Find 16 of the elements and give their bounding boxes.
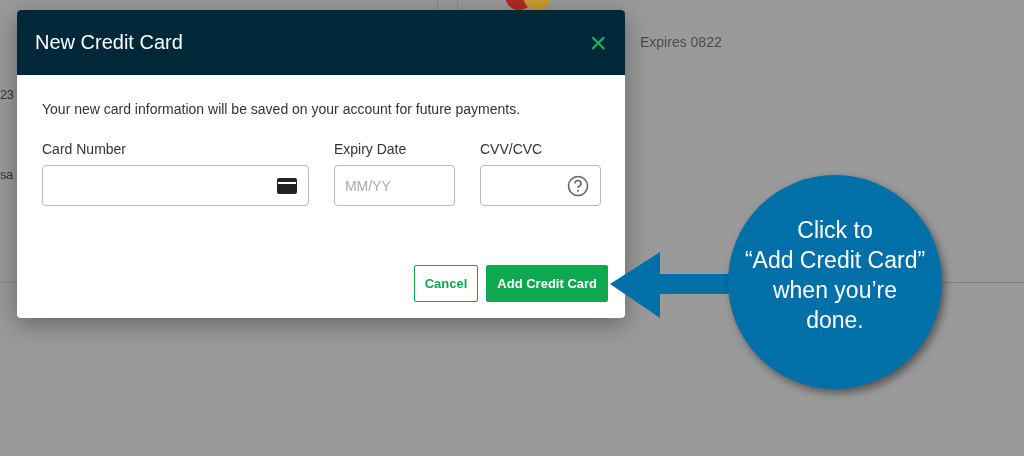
- cancel-button[interactable]: Cancel: [413, 265, 479, 302]
- field-label: Expiry Date: [333, 141, 408, 157]
- close-button[interactable]: ×: [589, 27, 607, 58]
- callout-text: Click to “Add Credit Card” when you’re done.: [744, 216, 926, 335]
- add-card-button[interactable]: Add Credit Card: [486, 265, 608, 302]
- dialog-title: New Credit Card: [35, 31, 183, 54]
- card-expiry: Expires 0822: [640, 34, 722, 50]
- dialog-description: Your new card information will be saved on your account for future payments.: [42, 101, 522, 117]
- page-text: 23: [0, 86, 14, 104]
- input-field[interactable]: [479, 165, 601, 206]
- help-icon: [567, 174, 589, 197]
- input-field[interactable]: [42, 165, 309, 206]
- field-label: CVV/CVC: [479, 141, 544, 157]
- field-label: Card Number: [42, 141, 128, 157]
- input-field[interactable]: MM/YY: [333, 165, 455, 206]
- page-text: sa: [0, 166, 13, 184]
